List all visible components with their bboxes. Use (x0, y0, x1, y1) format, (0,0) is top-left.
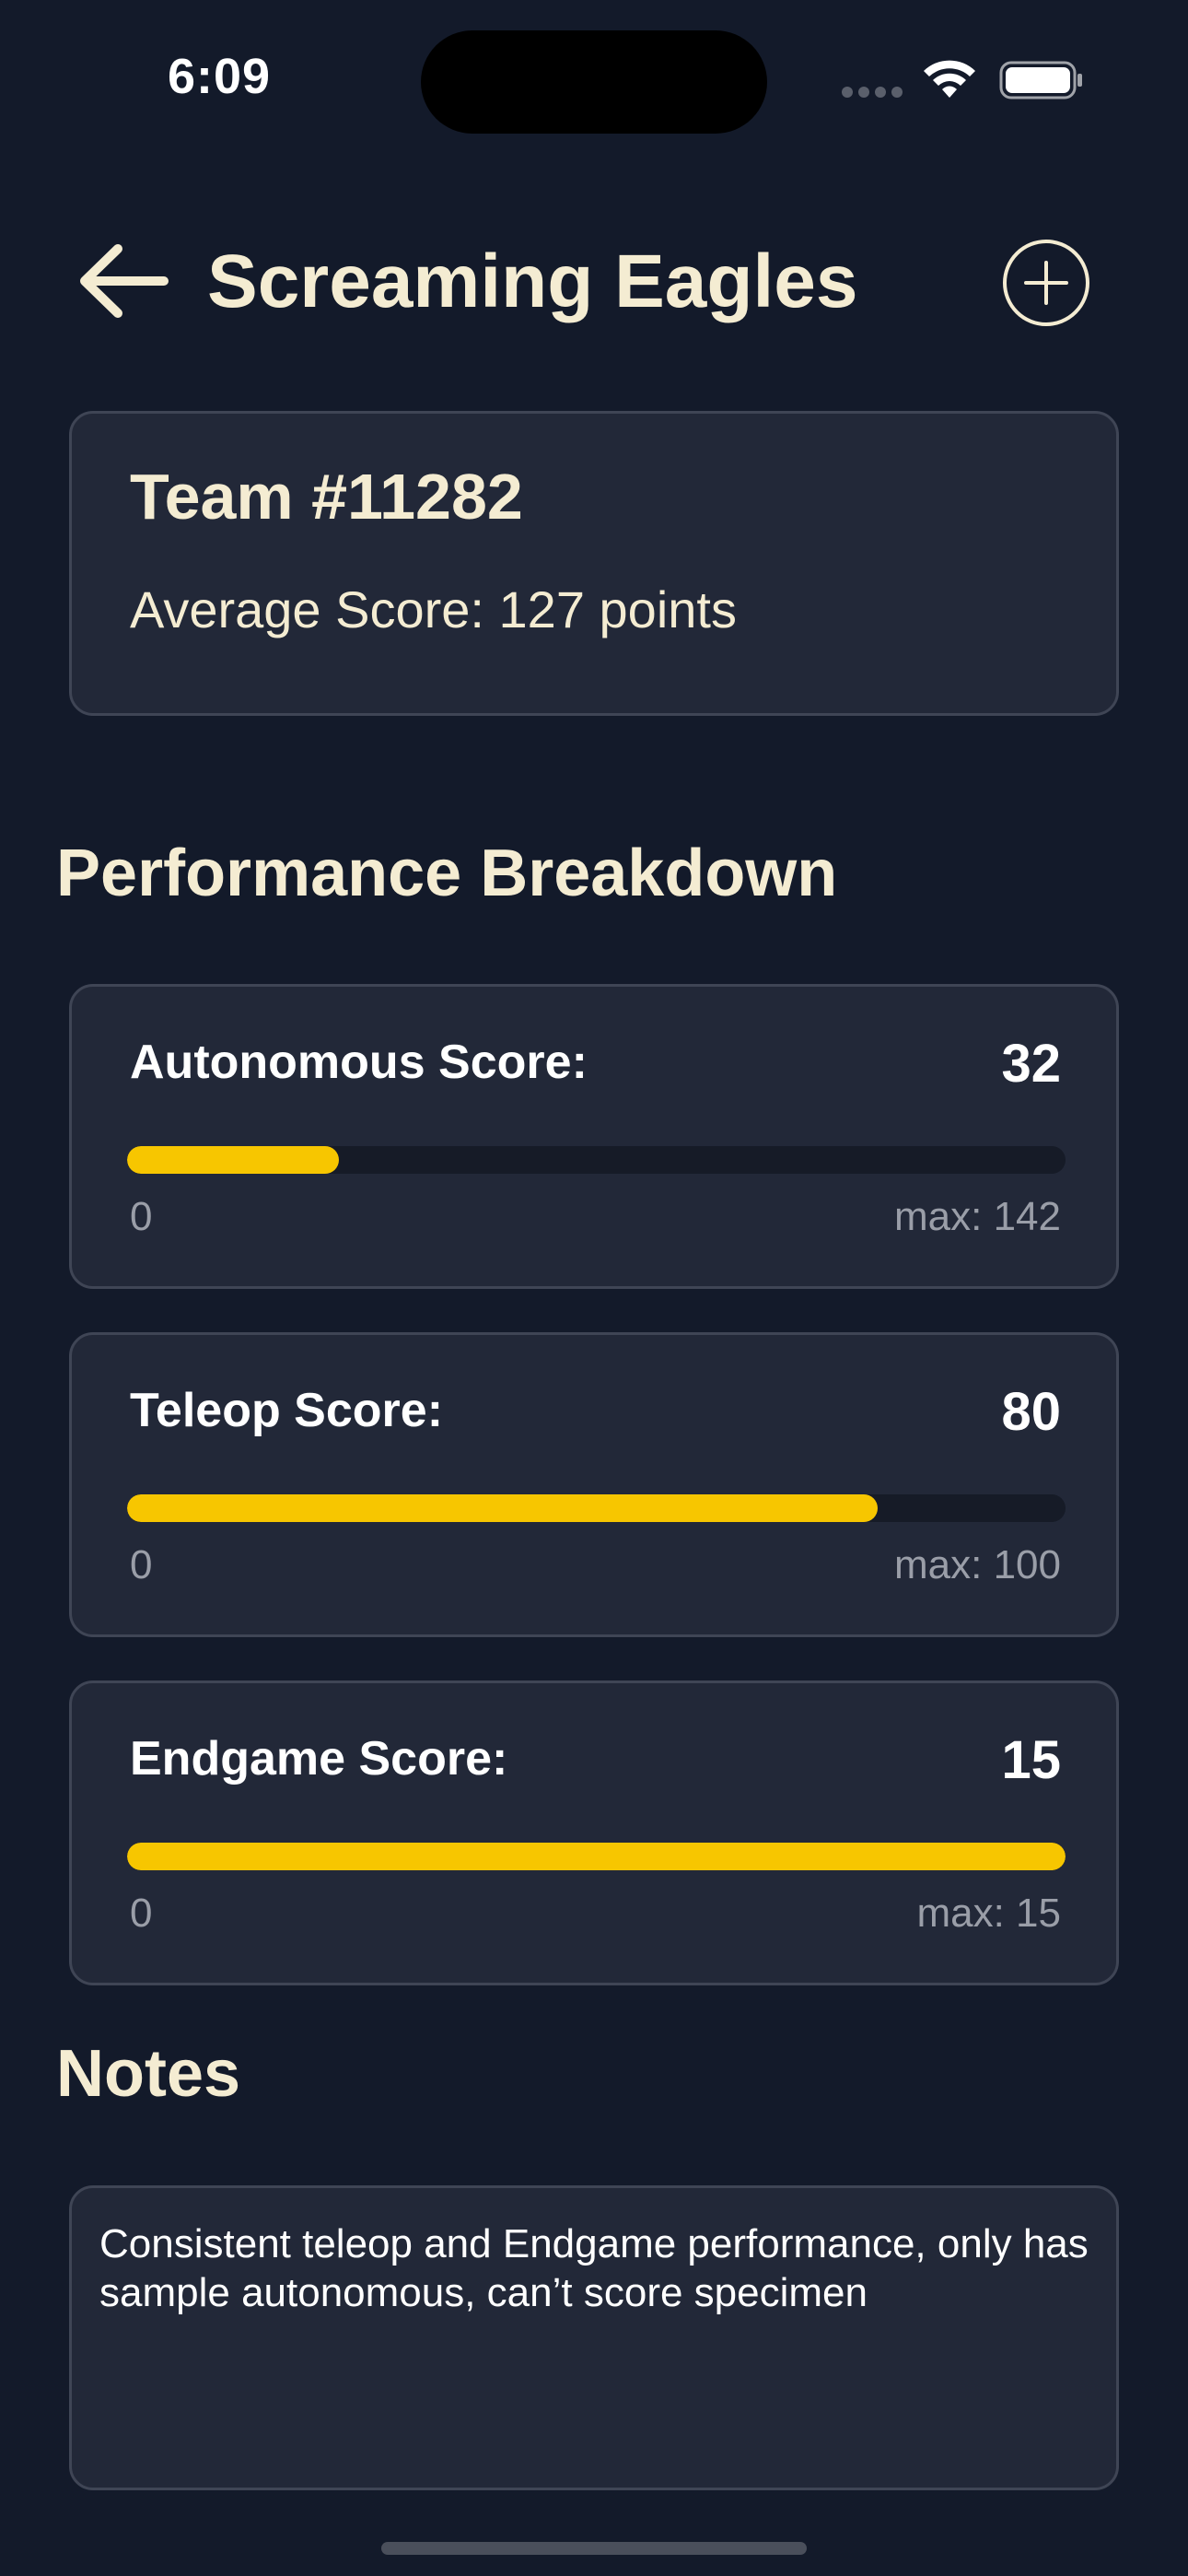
score-value: 80 (1001, 1382, 1061, 1442)
notes-text[interactable]: Consistent teleop and Endgame performanc… (99, 2219, 1094, 2317)
score-label: Autonomous Score: (130, 1036, 588, 1089)
min-label: 0 (130, 1194, 153, 1239)
home-indicator[interactable] (381, 2542, 807, 2555)
add-button[interactable] (1000, 237, 1092, 329)
performance-breakdown-title: Performance Breakdown (56, 837, 838, 910)
back-button[interactable] (76, 233, 171, 329)
endgame-score-card: Endgame Score: 15 0 max: 15 (69, 1680, 1119, 1985)
score-label: Teleop Score: (130, 1384, 444, 1437)
battery-icon (999, 61, 1082, 100)
progress-track (127, 1843, 1066, 1870)
min-label: 0 (130, 1542, 153, 1587)
max-label: max: 142 (894, 1194, 1061, 1239)
max-label: max: 15 (916, 1891, 1061, 1936)
notes-title: Notes (56, 2037, 241, 2111)
autonomous-score-card: Autonomous Score: 32 0 max: 142 (69, 984, 1119, 1289)
progress-fill (127, 1494, 879, 1522)
score-value: 15 (1001, 1730, 1061, 1790)
team-number: Team #11282 (130, 461, 523, 533)
score-label: Endgame Score: (130, 1732, 508, 1786)
page-title: Screaming Eagles (207, 240, 858, 323)
progress-track (127, 1146, 1066, 1174)
average-score: Average Score: 127 points (130, 580, 737, 638)
score-value: 32 (1001, 1034, 1061, 1094)
arrow-left-icon (80, 244, 169, 318)
progress-fill (127, 1146, 339, 1174)
min-label: 0 (130, 1891, 153, 1936)
teleop-score-card: Teleop Score: 80 0 max: 100 (69, 1332, 1119, 1637)
notes-textarea[interactable]: Consistent teleop and Endgame performanc… (69, 2185, 1119, 2490)
team-summary-card: Team #11282 Average Score: 127 points (69, 411, 1119, 716)
cellular-signal-icon (842, 87, 903, 98)
progress-fill (127, 1843, 1066, 1870)
status-time: 6:09 (168, 49, 272, 104)
progress-track (127, 1494, 1066, 1522)
dynamic-island (421, 30, 767, 134)
wifi-icon (924, 60, 975, 98)
max-label: max: 100 (894, 1542, 1061, 1587)
